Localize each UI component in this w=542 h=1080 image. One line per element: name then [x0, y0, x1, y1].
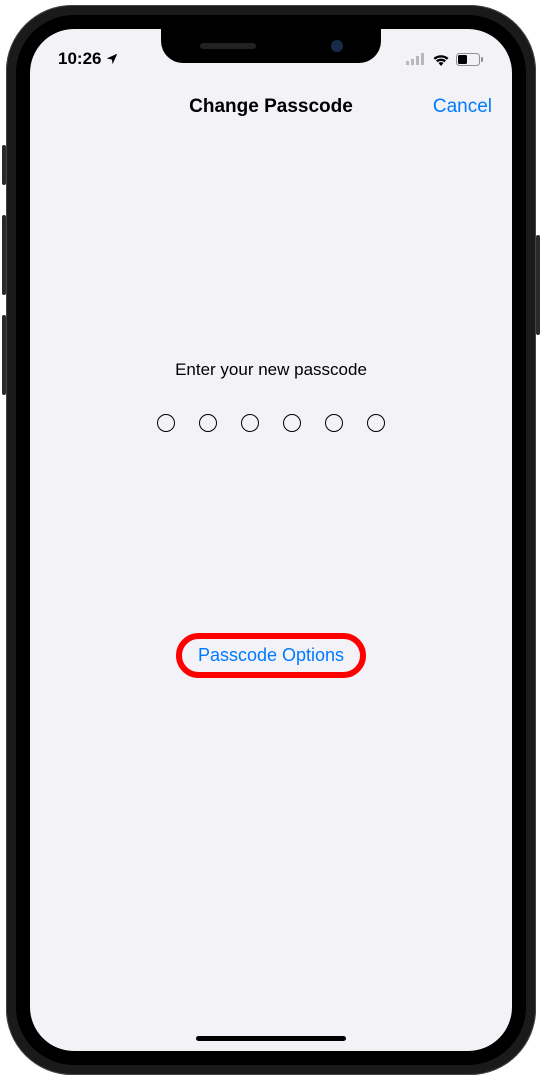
front-camera: [331, 40, 343, 52]
wifi-icon: [432, 53, 450, 66]
passcode-dot: [325, 414, 343, 432]
device-frame: 10:26: [6, 5, 536, 1075]
passcode-dot: [283, 414, 301, 432]
battery-icon: [456, 53, 484, 66]
inner-frame: 10:26: [16, 15, 526, 1065]
navigation-bar: Change Passcode Cancel: [30, 79, 512, 135]
location-icon: [105, 52, 119, 66]
notch: [161, 29, 381, 63]
home-indicator[interactable]: [196, 1036, 346, 1041]
passcode-dots[interactable]: [157, 414, 385, 432]
passcode-prompt: Enter your new passcode: [175, 360, 367, 380]
signal-icon: [406, 53, 426, 65]
passcode-dot: [199, 414, 217, 432]
passcode-options-wrap: Passcode Options: [184, 637, 358, 674]
speaker-grille: [200, 43, 256, 49]
page-title: Change Passcode: [189, 96, 353, 118]
mute-switch: [2, 145, 6, 185]
status-left: 10:26: [58, 49, 119, 69]
volume-down-button: [2, 315, 6, 395]
passcode-dot: [157, 414, 175, 432]
status-right: [406, 53, 484, 66]
passcode-dot: [241, 414, 259, 432]
passcode-options-button[interactable]: Passcode Options: [184, 637, 358, 674]
screen: 10:26: [30, 29, 512, 1051]
passcode-dot: [367, 414, 385, 432]
status-time: 10:26: [58, 49, 101, 69]
volume-up-button: [2, 215, 6, 295]
main-content: Enter your new passcode Passcode Options: [30, 135, 512, 674]
power-button: [536, 235, 540, 335]
cancel-button[interactable]: Cancel: [433, 96, 492, 118]
